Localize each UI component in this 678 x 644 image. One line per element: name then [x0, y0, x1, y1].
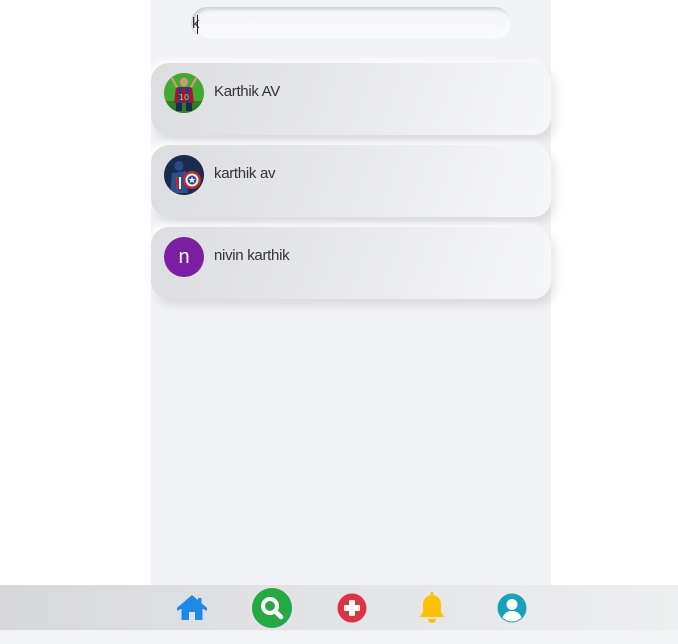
bell-icon [419, 591, 445, 623]
list-item[interactable]: 10 Karthik AV [151, 63, 551, 135]
text-caret [197, 15, 198, 34]
search-results-list: 10 Karthik AV karthik av n nivin karthik [151, 63, 551, 309]
search-bar [191, 7, 511, 39]
user-name: nivin karthik [214, 247, 290, 264]
captain-shield-avatar-icon [164, 155, 204, 195]
avatar: n [164, 237, 204, 277]
user-name: Karthik AV [214, 83, 280, 100]
nav-notifications-button[interactable] [417, 585, 447, 630]
bottom-navigation [0, 585, 678, 630]
profile-icon [497, 593, 527, 622]
search-input[interactable] [191, 7, 511, 39]
svg-text:10: 10 [179, 93, 189, 102]
avatar-initial: n [178, 246, 190, 268]
search-icon [252, 587, 292, 628]
user-name: karthik av [214, 165, 276, 182]
nav-home-button[interactable] [172, 585, 212, 630]
home-icon [177, 595, 207, 620]
list-item[interactable]: karthik av [151, 145, 551, 217]
list-item[interactable]: n nivin karthik [151, 227, 551, 299]
nav-profile-button[interactable] [497, 585, 527, 630]
nav-add-button[interactable] [337, 585, 367, 630]
app-root: 10 Karthik AV [0, 0, 678, 644]
add-icon [337, 593, 367, 622]
soccer-player-avatar-icon: 10 [164, 73, 204, 113]
avatar [164, 155, 204, 195]
avatar: 10 [164, 73, 204, 113]
nav-search-button[interactable] [251, 585, 293, 630]
main-column: 10 Karthik AV [151, 0, 551, 585]
bottom-strip [0, 630, 678, 644]
